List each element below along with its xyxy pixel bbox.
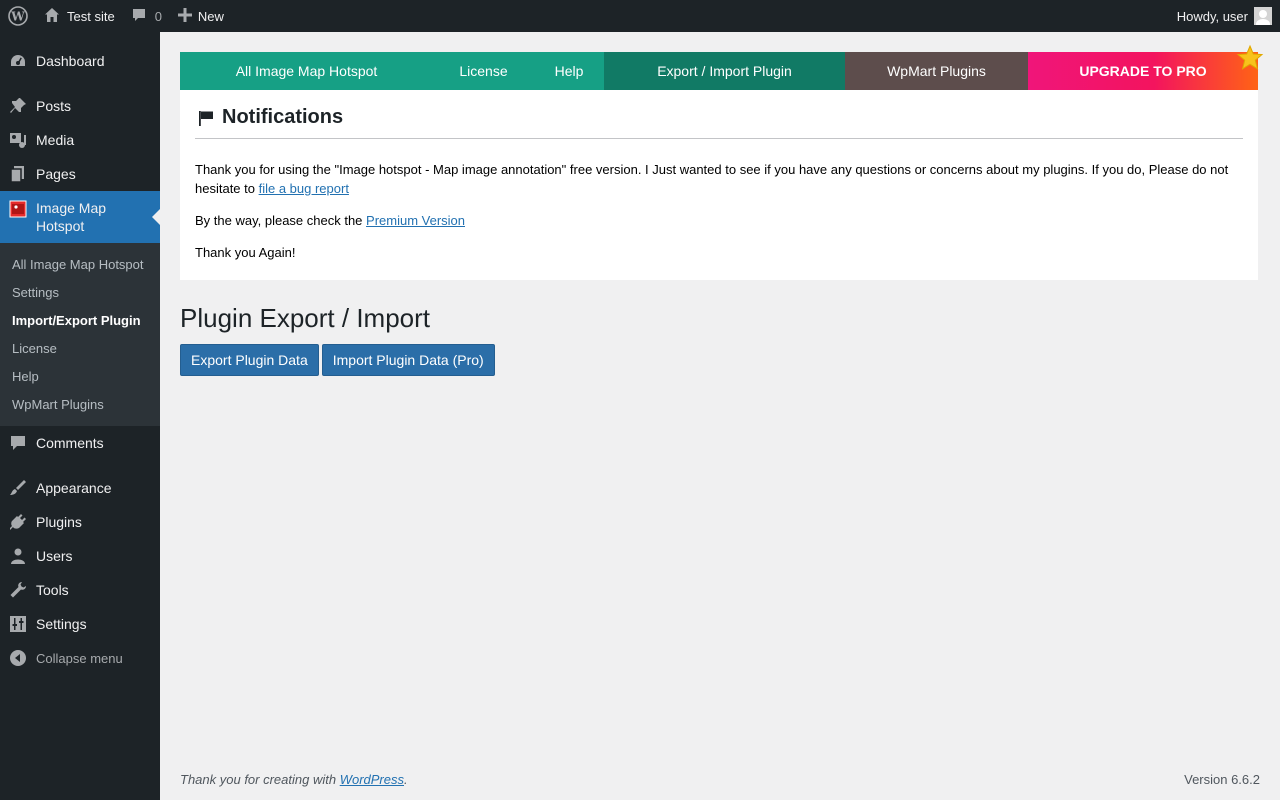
footer-thanks-text: Thank you for creating with	[180, 772, 340, 787]
admin-bar: W Test site 0 New Howdy, user	[0, 0, 1280, 32]
sidebar-item-appearance[interactable]: Appearance	[0, 471, 160, 505]
sidebar-item-label: Plugins	[36, 514, 82, 530]
plug-icon	[8, 512, 28, 532]
footer-thanks: Thank you for creating with WordPress.	[180, 772, 408, 787]
import-plugin-data-button[interactable]: Import Plugin Data (Pro)	[321, 344, 495, 376]
bug-report-link[interactable]: file a bug report	[259, 181, 349, 196]
wordpress-link[interactable]: WordPress	[340, 772, 404, 787]
tab-all-image-map-hotspot[interactable]: All Image Map Hotspot	[180, 52, 433, 90]
notifications-panel: Notifications Thank you for using the "I…	[180, 90, 1258, 280]
tab-wpmart-plugins[interactable]: WpMart Plugins	[845, 52, 1028, 90]
howdy-greeting: Howdy, user	[1176, 8, 1248, 24]
notice-text-1: Thank you for using the "Image hotspot -…	[195, 162, 1229, 196]
sidebar-item-label: Settings	[36, 616, 87, 632]
comment-icon	[8, 433, 28, 453]
sidebar-item-pages[interactable]: Pages	[0, 157, 160, 191]
action-buttons: Export Plugin Data Import Plugin Data (P…	[180, 344, 1258, 376]
collapse-arrow-icon	[8, 648, 28, 668]
main-content: All Image Map Hotspot License Help Expor…	[180, 44, 1264, 376]
settings-icon	[8, 614, 28, 634]
dashboard-icon	[8, 51, 28, 71]
comments-count: 0	[154, 8, 162, 24]
comment-bubble-icon	[131, 7, 153, 26]
sidebar-item-label: Dashboard	[36, 53, 105, 69]
comments-link[interactable]: 0	[123, 0, 170, 32]
brush-icon	[8, 478, 28, 498]
sidebar-item-settings[interactable]: Settings	[0, 607, 160, 641]
submenu-item-all-image-map-hotspot[interactable]: All Image Map Hotspot	[0, 250, 160, 278]
tab-help[interactable]: Help	[534, 52, 604, 90]
footer-period: .	[404, 772, 408, 787]
wrench-icon	[8, 580, 28, 600]
image-map-submenu: All Image Map Hotspot Settings Import/Ex…	[0, 243, 160, 426]
notice-paragraph-1: Thank you for using the "Image hotspot -…	[195, 160, 1243, 198]
star-icon	[1236, 44, 1264, 75]
sidebar-item-dashboard[interactable]: Dashboard	[0, 44, 160, 78]
submenu-item-wpmart-plugins[interactable]: WpMart Plugins	[0, 390, 160, 418]
sidebar-item-plugins[interactable]: Plugins	[0, 505, 160, 539]
export-plugin-data-button[interactable]: Export Plugin Data	[180, 344, 319, 376]
admin-sidebar: Dashboard Posts Media Pages Image Map Ho…	[0, 32, 160, 800]
collapse-menu-label: Collapse menu	[36, 650, 123, 666]
sidebar-item-label: Users	[36, 548, 73, 564]
page-title: Plugin Export / Import	[180, 303, 430, 333]
sidebar-item-comments[interactable]: Comments	[0, 426, 160, 460]
svg-text:W: W	[10, 10, 25, 24]
site-name-label: Test site	[67, 8, 115, 24]
submenu-item-settings[interactable]: Settings	[0, 278, 160, 306]
pages-icon	[8, 164, 28, 184]
sidebar-item-image-map-hotspot[interactable]: Image Map Hotspot	[0, 191, 160, 243]
upgrade-label: UPGRADE TO PRO	[1079, 63, 1207, 79]
notice-paragraph-2: By the way, please check the Premium Ver…	[195, 211, 1243, 230]
footer-version: Version 6.6.2	[1184, 772, 1260, 787]
tab-license[interactable]: License	[433, 52, 534, 90]
submenu-item-license[interactable]: License	[0, 334, 160, 362]
sidebar-item-label: Appearance	[36, 480, 112, 496]
sidebar-item-media[interactable]: Media	[0, 123, 160, 157]
sidebar-item-label: Tools	[36, 582, 69, 598]
sidebar-item-label: Pages	[36, 166, 76, 182]
submenu-item-help[interactable]: Help	[0, 362, 160, 390]
tab-upgrade-to-pro[interactable]: UPGRADE TO PRO	[1028, 44, 1264, 90]
submenu-item-import-export[interactable]: Import/Export Plugin	[0, 306, 160, 334]
sidebar-item-posts[interactable]: Posts	[0, 89, 160, 123]
home-icon	[43, 6, 67, 27]
premium-version-link[interactable]: Premium Version	[366, 213, 465, 228]
new-content-link[interactable]: New	[170, 0, 232, 32]
media-icon	[8, 130, 28, 150]
notice-text-2: By the way, please check the	[195, 213, 367, 228]
pin-icon	[8, 96, 28, 116]
new-label: New	[197, 8, 224, 24]
sidebar-item-label: Comments	[36, 435, 104, 451]
sidebar-item-label: Posts	[36, 98, 72, 114]
notice-paragraph-3: Thank you Again!	[195, 245, 296, 260]
flag-icon	[198, 110, 214, 126]
sidebar-item-tools[interactable]: Tools	[0, 573, 160, 607]
plus-icon	[177, 7, 198, 25]
avatar	[1254, 7, 1272, 25]
sidebar-item-label: Media	[36, 132, 75, 148]
user-icon	[8, 546, 28, 566]
collapse-menu-button[interactable]: Collapse menu	[0, 641, 160, 675]
user-account-menu[interactable]: Howdy, user	[1169, 0, 1280, 32]
sidebar-item-label: Image Map Hotspot	[36, 200, 107, 234]
sidebar-item-users[interactable]: Users	[0, 539, 160, 573]
tab-export-import-plugin[interactable]: Export / Import Plugin	[604, 52, 845, 90]
image-map-icon	[8, 199, 28, 219]
notifications-title: Notifications	[222, 106, 344, 128]
wordpress-logo-icon[interactable]: W	[0, 0, 35, 32]
plugin-tabs: All Image Map Hotspot License Help Expor…	[180, 44, 1264, 90]
notifications-heading: Notifications	[195, 106, 1243, 139]
site-name-link[interactable]: Test site	[35, 0, 123, 32]
